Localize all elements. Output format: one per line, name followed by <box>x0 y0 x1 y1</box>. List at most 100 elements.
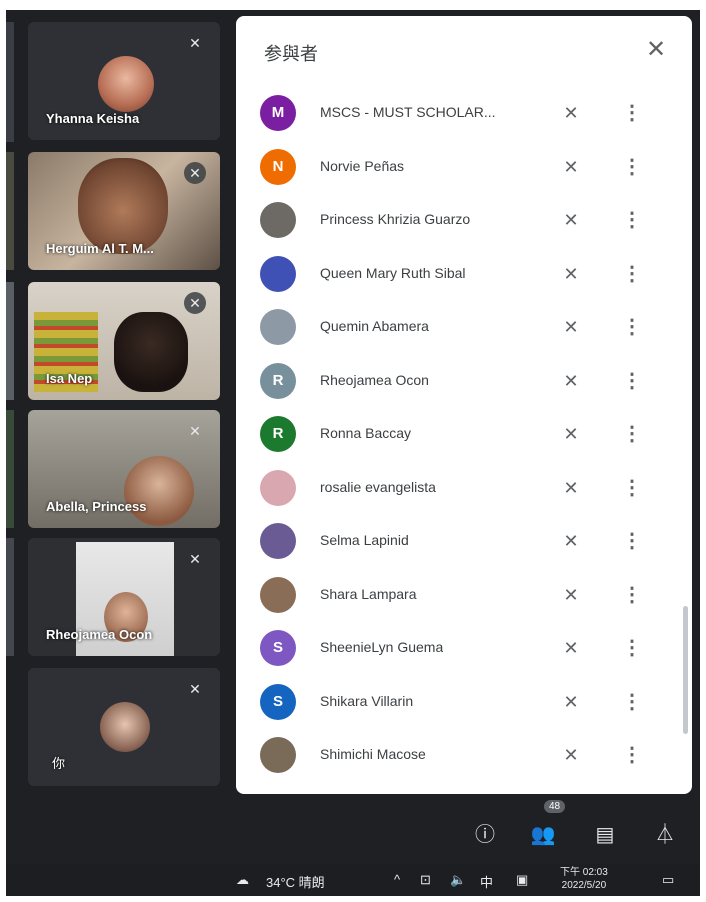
weather-text[interactable]: 34°C 晴朗 <box>266 872 325 891</box>
mic-off-icon[interactable]: ✕ <box>556 312 586 342</box>
participant-row[interactable]: R Rheojamea Ocon ✕ ⋮ <box>236 354 692 408</box>
mic-off-icon: ✕ <box>189 35 201 51</box>
participant-name: rosalie evangelista <box>320 478 436 495</box>
more-options-icon[interactable]: ⋮ <box>620 526 644 556</box>
participant-row[interactable]: Selma Lapinid ✕ ⋮ <box>236 514 692 568</box>
mic-off-icon[interactable]: ✕ <box>556 366 586 396</box>
participant-video <box>124 456 194 526</box>
mic-off-icon[interactable]: ✕ <box>556 526 586 556</box>
scrollbar[interactable] <box>683 606 688 734</box>
taskbar: ☁ 34°C 晴朗 ^ ⊡ 🔈 中 ▣ 下午 02:03 2022/5/20 ▭ <box>6 864 700 896</box>
mic-off-icon: ✕ <box>184 162 206 184</box>
more-options-icon[interactable]: ⋮ <box>620 312 644 342</box>
participant-avatar <box>260 255 296 292</box>
participant-avatar <box>260 469 296 506</box>
activities-icon[interactable]: ⏃ <box>650 820 680 850</box>
participant-avatar <box>260 737 296 773</box>
avatar <box>98 56 154 112</box>
partial-video-tile <box>6 282 14 400</box>
mic-off-icon[interactable]: ✕ <box>556 687 586 717</box>
mic-off-icon: ✕ <box>189 681 201 697</box>
video-tile[interactable]: ✕ Isa Nep <box>28 282 220 400</box>
ime-indicator[interactable]: 中 <box>480 872 493 891</box>
close-icon[interactable]: ✕ <box>642 36 670 64</box>
participant-avatar <box>260 576 296 613</box>
more-options-icon[interactable]: ⋮ <box>620 419 644 449</box>
more-options-icon[interactable]: ⋮ <box>620 580 644 610</box>
tile-name: Rheojamea Ocon <box>46 627 153 642</box>
mic-off-icon[interactable]: ✕ <box>556 419 586 449</box>
video-tile[interactable]: ✕ Rheojamea Ocon <box>28 538 220 656</box>
mic-off-icon[interactable]: ✕ <box>556 205 586 235</box>
participant-row[interactable]: Quemin Abamera ✕ ⋮ <box>236 300 692 354</box>
participant-avatar: R <box>260 416 296 452</box>
participant-row[interactable]: N Norvie Peñas ✕ ⋮ <box>236 140 692 194</box>
participant-row[interactable]: R Ronna Baccay ✕ ⋮ <box>236 407 692 461</box>
more-options-icon[interactable]: ⋮ <box>620 259 644 289</box>
participant-avatar: S <box>260 683 296 720</box>
more-options-icon[interactable]: ⋮ <box>620 205 644 235</box>
mic-off-icon[interactable]: ✕ <box>556 152 586 182</box>
tile-name: Yhanna Keisha <box>46 111 140 126</box>
participant-name: SheenieLyn Guema <box>320 639 444 655</box>
participant-name: Selma Lapinid <box>320 532 409 548</box>
avatar <box>100 702 150 752</box>
mic-off-icon[interactable]: ✕ <box>556 98 586 128</box>
participant-row[interactable]: Shara Lampara ✕ ⋮ <box>236 568 692 622</box>
meeting-window: ✕ Yhanna Keisha ✕ Herguim Al T. M... ✕ I… <box>6 10 700 896</box>
participant-avatar: S <box>260 630 296 666</box>
mic-off-icon[interactable]: ✕ <box>556 633 586 663</box>
participant-video <box>78 158 168 254</box>
partial-video-tile <box>6 538 14 656</box>
participant-name: Shikara Villarin <box>320 692 414 709</box>
more-options-icon[interactable]: ⋮ <box>620 98 644 128</box>
mic-off-icon[interactable]: ✕ <box>556 580 586 610</box>
info-icon[interactable]: ⓘ <box>470 820 500 850</box>
tile-name: Herguim Al T. M... <box>46 241 154 256</box>
participant-row[interactable]: S SheenieLyn Guema ✕ ⋮ <box>236 621 692 675</box>
meeting-controls: ⓘ 48 👥 ▤ ⏃ <box>6 800 700 862</box>
more-options-icon[interactable]: ⋮ <box>620 152 644 182</box>
participant-name: Ronna Baccay <box>320 425 412 441</box>
more-options-icon[interactable]: ⋮ <box>620 473 644 503</box>
chevron-up-icon[interactable]: ^ <box>394 872 400 887</box>
participant-count-badge: 48 <box>544 800 566 813</box>
people-icon[interactable]: 👥 <box>528 820 558 850</box>
participant-row[interactable]: Princess Khrizia Guarzo ✕ ⋮ <box>236 193 692 247</box>
participant-avatar <box>260 309 296 345</box>
clock[interactable]: 下午 02:03 2022/5/20 <box>560 866 608 892</box>
volume-icon[interactable]: 🔈 <box>450 872 466 888</box>
video-tile[interactable]: ✕ Herguim Al T. M... <box>28 152 220 270</box>
participant-row[interactable]: S Shikara Villarin ✕ ⋮ <box>236 675 692 729</box>
participant-name: Shara Lampara <box>320 585 417 602</box>
mic-off-icon: ✕ <box>189 423 201 439</box>
more-options-icon[interactable]: ⋮ <box>620 740 644 770</box>
partial-video-tile <box>6 410 14 528</box>
video-tile-self[interactable]: ✕ 你 <box>28 668 220 786</box>
participant-name: Norvie Peñas <box>320 157 405 174</box>
partial-video-tile <box>6 152 14 270</box>
participant-video <box>114 312 188 392</box>
participant-row[interactable]: rosalie evangelista ✕ ⋮ <box>236 461 692 515</box>
weather-icon[interactable]: ☁ <box>236 872 249 888</box>
more-options-icon[interactable]: ⋮ <box>620 366 644 396</box>
more-options-icon[interactable]: ⋮ <box>620 687 644 717</box>
video-tile[interactable]: ✕ Abella, Princess <box>28 410 220 528</box>
chat-icon[interactable]: ▤ <box>590 820 620 850</box>
network-icon[interactable]: ⊡ <box>420 872 431 888</box>
participant-row[interactable]: Queen Mary Ruth Sibal ✕ ⋮ <box>236 247 692 301</box>
clock-time: 下午 02:03 <box>560 867 608 878</box>
mic-off-icon[interactable]: ✕ <box>556 740 586 770</box>
participant-row[interactable]: M MSCS - MUST SCHOLAR... ✕ ⋮ <box>236 86 692 140</box>
participant-row[interactable]: Shimichi Macose ✕ ⋮ <box>236 728 692 782</box>
notification-icon[interactable]: ▭ <box>662 872 674 888</box>
tile-name: Abella, Princess <box>46 499 147 514</box>
video-tile[interactable]: ✕ Yhanna Keisha <box>28 22 220 140</box>
participants-panel: 参與者 ✕ M MSCS - MUST SCHOLAR... ✕ ⋮ N Norvie P… <box>236 16 692 794</box>
participant-list: M MSCS - MUST SCHOLAR... ✕ ⋮ N Norvie Peñas ✕ ⋮… <box>236 86 692 782</box>
participant-avatar: N <box>260 148 296 185</box>
mic-off-icon[interactable]: ✕ <box>556 473 586 503</box>
ime-mode-icon[interactable]: ▣ <box>516 872 528 888</box>
more-options-icon[interactable]: ⋮ <box>620 633 644 663</box>
mic-off-icon[interactable]: ✕ <box>556 259 586 289</box>
